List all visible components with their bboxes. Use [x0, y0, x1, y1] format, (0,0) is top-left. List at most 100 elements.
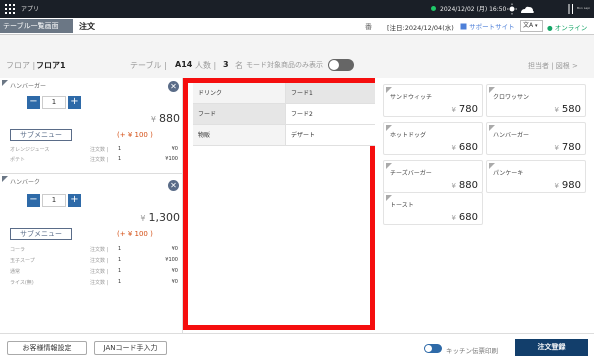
quantity-field[interactable]: 1: [42, 194, 66, 207]
subcategory-food2[interactable]: フード2: [285, 104, 375, 125]
yen-symbol: ¥: [451, 182, 456, 190]
submenu-item-name: ライス(無): [10, 280, 34, 286]
people-label: 人数 |: [195, 61, 217, 70]
increase-quantity-button[interactable]: +: [68, 194, 81, 207]
submenu-item-name: オレンジジュース: [10, 147, 50, 153]
product-price: ¥780: [554, 142, 581, 153]
submenu-item-name: コーラ: [10, 247, 26, 253]
product-grid: サンドウィッチ ¥780 クロワッサン ¥580 ホットドッグ ¥680 ハンバ…: [379, 78, 594, 333]
floor-bar-background: [0, 35, 594, 58]
order-item: ハンバーガー ✕ − 1 + ¥880 サブメニュー (+ ¥ 100 ) オレ…: [0, 78, 183, 178]
support-site-link[interactable]: サポートサイト: [460, 21, 515, 31]
product-card[interactable]: サンドウィッチ ¥780: [383, 84, 483, 117]
floor-value[interactable]: フロア1: [36, 60, 66, 71]
staff-selector[interactable]: 担当者 | 図根 >: [528, 61, 578, 71]
app-title: アプリ: [21, 6, 40, 13]
category-drink[interactable]: ドリンク: [193, 83, 285, 104]
kitchen-print-toggle[interactable]: [424, 344, 442, 353]
submenu-qty-label: 注文数 |: [90, 147, 109, 153]
connection-status-icon: [431, 6, 436, 11]
submenu-item-name: 通常: [10, 269, 21, 275]
product-card[interactable]: ホットドッグ ¥680: [383, 122, 483, 155]
apps-grid-icon[interactable]: [5, 4, 15, 14]
order-list: ハンバーガー ✕ − 1 + ¥880 サブメニュー (+ ¥ 100 ) オレ…: [0, 78, 183, 333]
yen-symbol: ¥: [451, 106, 456, 114]
category-merchandise[interactable]: 物販: [193, 125, 285, 146]
jan-code-input-button[interactable]: JANコード手入力: [94, 341, 167, 355]
yen-symbol: ¥: [150, 115, 156, 124]
table-label: テーブル |: [130, 61, 167, 70]
price-value: 880: [159, 112, 180, 125]
product-card[interactable]: パンケーキ ¥980: [486, 160, 586, 193]
decrease-quantity-button[interactable]: −: [27, 194, 40, 207]
order-number-icon: 番: [365, 23, 372, 31]
product-price: ¥680: [451, 212, 478, 223]
submenu-item-name: ポテト: [10, 157, 26, 163]
order-item-name: ハンバーガー: [10, 83, 47, 90]
kitchen-print-label: キッチン伝票印刷: [446, 347, 498, 355]
price-value: 580: [561, 104, 581, 115]
submenu-qty: 1: [118, 156, 122, 162]
product-price: ¥980: [554, 180, 581, 191]
submenu-price: ¥100: [165, 156, 178, 162]
submenu-button[interactable]: サブメニュー: [10, 129, 72, 141]
product-card[interactable]: チーズバーガー ¥880: [383, 160, 483, 193]
product-name: サンドウィッチ: [390, 94, 433, 101]
submenu-price: ¥0: [171, 146, 178, 152]
increase-quantity-button[interactable]: +: [68, 96, 81, 109]
product-card[interactable]: クロワッサン ¥580: [486, 84, 586, 117]
product-name: パンケーキ: [493, 170, 524, 177]
submenu-price: ¥0: [171, 279, 178, 285]
people-value: 3: [223, 60, 229, 69]
product-name: チーズバーガー: [390, 170, 432, 177]
page-title: 注文: [79, 22, 95, 31]
product-name: ホットドッグ: [390, 132, 427, 139]
product-card[interactable]: ハンバーガー ¥780: [486, 122, 586, 155]
category-selector: ドリンク フード1 フード フード2 物販 デザート: [183, 78, 375, 330]
submenu-qty-label: 注文数 |: [90, 247, 109, 253]
item-marker-icon: [2, 176, 8, 182]
subcategory-food1[interactable]: フード1: [285, 83, 375, 104]
submenu-item-name: 玉子スープ: [10, 258, 35, 264]
decrease-quantity-button[interactable]: −: [27, 96, 40, 109]
table-list-button[interactable]: テーブル一覧画面: [0, 19, 73, 33]
customer-info-button[interactable]: お客様情報設定: [7, 341, 87, 355]
subcategory-dessert[interactable]: デザート: [285, 125, 375, 146]
category-food[interactable]: フード: [193, 104, 285, 125]
language-select[interactable]: 文A ▾: [520, 20, 543, 32]
order-item-price: ¥880: [100, 112, 180, 125]
price-value: 780: [458, 104, 478, 115]
submenu-price: ¥100: [165, 257, 178, 263]
product-name: ハンバーガー: [493, 132, 530, 139]
submenu-qty: 1: [118, 268, 122, 274]
fork-knife-icon: [568, 4, 573, 14]
yen-symbol: ¥: [554, 182, 559, 190]
order-date: [注日:2024/12/04(水): [387, 24, 454, 32]
current-datetime: 2024/12/02 (月) 16:50: [440, 6, 507, 13]
floor-label: フロア |: [6, 61, 36, 70]
price-value: 680: [458, 142, 478, 153]
quantity-field[interactable]: 1: [42, 96, 66, 109]
chevron-down-icon: ▾: [535, 23, 538, 29]
remove-item-button[interactable]: ✕: [168, 81, 179, 92]
submenu-button[interactable]: サブメニュー: [10, 228, 72, 240]
product-price: ¥780: [451, 104, 478, 115]
submenu-total: (+ ¥ 100 ): [117, 131, 153, 139]
top-bar: アプリ 2024/12/02 (月) 16:50 Bon Lapi: [0, 0, 594, 18]
book-icon: [460, 23, 467, 30]
yen-symbol: ¥: [554, 106, 559, 114]
mode-filter-toggle[interactable]: [328, 59, 354, 71]
product-price: ¥680: [451, 142, 478, 153]
order-item-price: ¥1,300: [100, 211, 180, 224]
yen-symbol: ¥: [451, 214, 456, 222]
brand-logo: Bon Lapi: [577, 6, 590, 10]
submenu-qty-label: 注文数 |: [90, 269, 109, 275]
product-card[interactable]: トースト ¥680: [383, 192, 483, 225]
price-value: 1,300: [148, 211, 181, 224]
weather-icon: [507, 3, 534, 15]
table-value: A14: [175, 60, 193, 69]
product-name: クロワッサン: [493, 94, 530, 101]
submit-order-button[interactable]: 注文登録: [515, 339, 588, 356]
submenu-qty: 1: [118, 279, 122, 285]
remove-item-button[interactable]: ✕: [168, 180, 179, 191]
